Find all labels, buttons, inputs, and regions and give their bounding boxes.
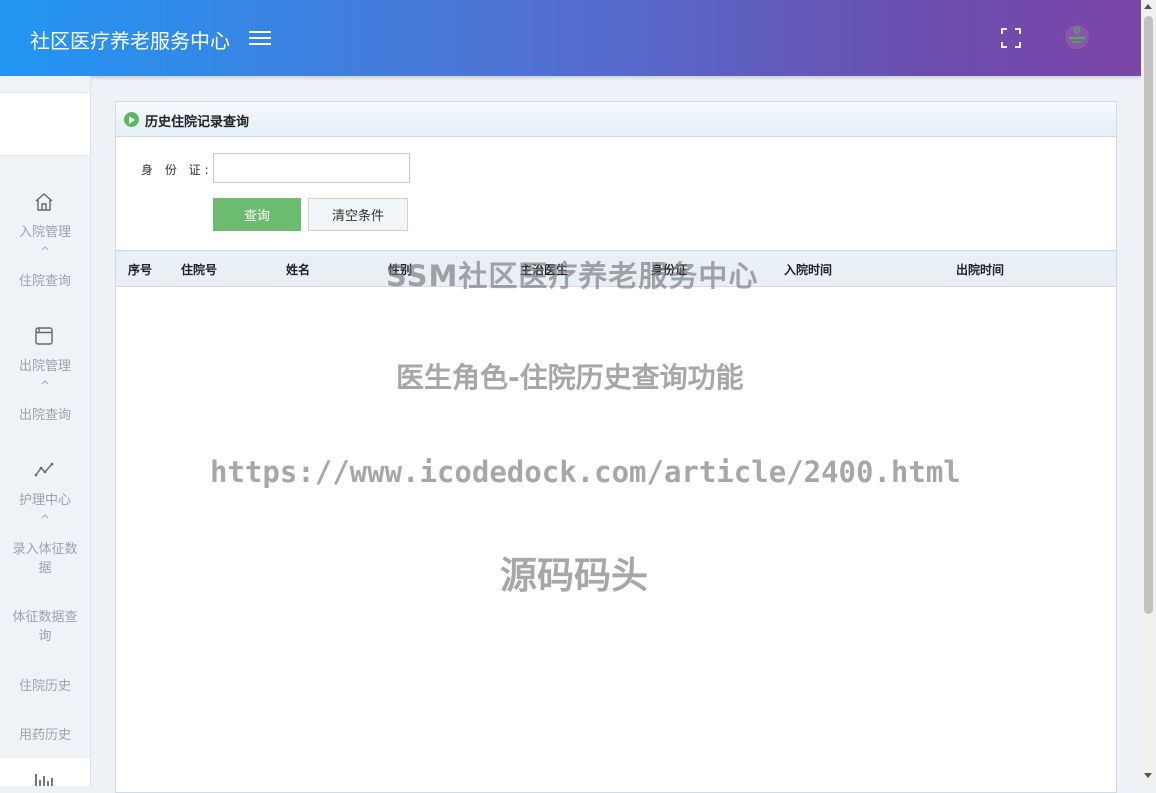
sidebar-item-discharge-query[interactable]: 出院查询 [0,406,90,425]
chevron-up-icon [41,246,49,251]
history-query-panel: 历史住院记录查询 身 份 证: 查询 清空条件 序号 住院号 姓名 性别 主治医… [115,101,1117,793]
column-header[interactable]: 性别 [388,261,412,278]
sidebar-group-admission[interactable]: 入院管理 [0,223,90,242]
window-icon[interactable] [33,325,55,347]
main-content: 历史住院记录查询 身 份 证: 查询 清空条件 序号 住院号 姓名 性别 主治医… [91,76,1141,793]
table-header: 序号 住院号 姓名 性别 主治医生 身份证 入院时间 出院时间 [116,250,1116,287]
sidebar-next-group[interactable] [0,758,90,786]
query-button[interactable]: 查询 [213,198,301,231]
clear-conditions-button[interactable]: 清空条件 [308,198,408,231]
column-header[interactable]: 序号 [128,261,152,278]
chevron-up-icon [41,380,49,385]
sidebar-item-inpatient-query[interactable]: 住院查询 [0,272,90,291]
column-header[interactable]: 住院号 [181,261,217,278]
play-circle-icon [124,112,139,127]
panel-header: 历史住院记录查询 [116,102,1116,137]
top-header: 社区医疗养老服务中心 [0,0,1141,76]
sidebar-logo-area [0,92,90,156]
panel-title: 历史住院记录查询 [145,115,250,130]
column-header[interactable]: 主治医生 [520,261,568,278]
sidebar-item-record-vitals[interactable]: 录入体征数据 [0,540,90,578]
column-header[interactable]: 姓名 [286,261,310,278]
sidebar-group-nursing[interactable]: 护理中心 [0,491,90,510]
fullscreen-icon[interactable] [1000,27,1022,49]
avatar[interactable] [1063,23,1091,51]
scroll-thumb[interactable] [1144,16,1153,614]
app-title: 社区医疗养老服务中心 [30,29,230,53]
sidebar-item-vitals-query[interactable]: 体征数据查询 [0,608,90,646]
sidebar-item-inpatient-history[interactable]: 住院历史 [0,677,90,696]
sidebar-item-medication-history[interactable]: 用药历史 [0,726,90,745]
page-scrollbar[interactable] [1141,0,1156,786]
menu-icon[interactable] [249,29,271,47]
scroll-up-arrow-icon[interactable] [1144,4,1152,9]
sidebar: 入院管理 住院查询 出院管理 出院查询 护理中心 录入体征数据 体征数据查询 住… [0,76,91,786]
trend-icon[interactable] [33,459,55,481]
scroll-down-arrow-icon[interactable] [1144,773,1152,778]
column-header[interactable]: 身份证 [651,261,687,278]
sidebar-group-discharge[interactable]: 出院管理 [0,357,90,376]
chevron-up-icon [41,514,49,519]
home-icon[interactable] [33,191,55,213]
column-header[interactable]: 入院时间 [784,261,832,278]
column-header[interactable]: 出院时间 [956,261,1004,278]
avatar-image-icon [1063,23,1091,51]
bar-chart-icon [35,774,53,786]
id-card-label: 身 份 证: [141,163,213,177]
id-card-input[interactable] [213,153,410,183]
